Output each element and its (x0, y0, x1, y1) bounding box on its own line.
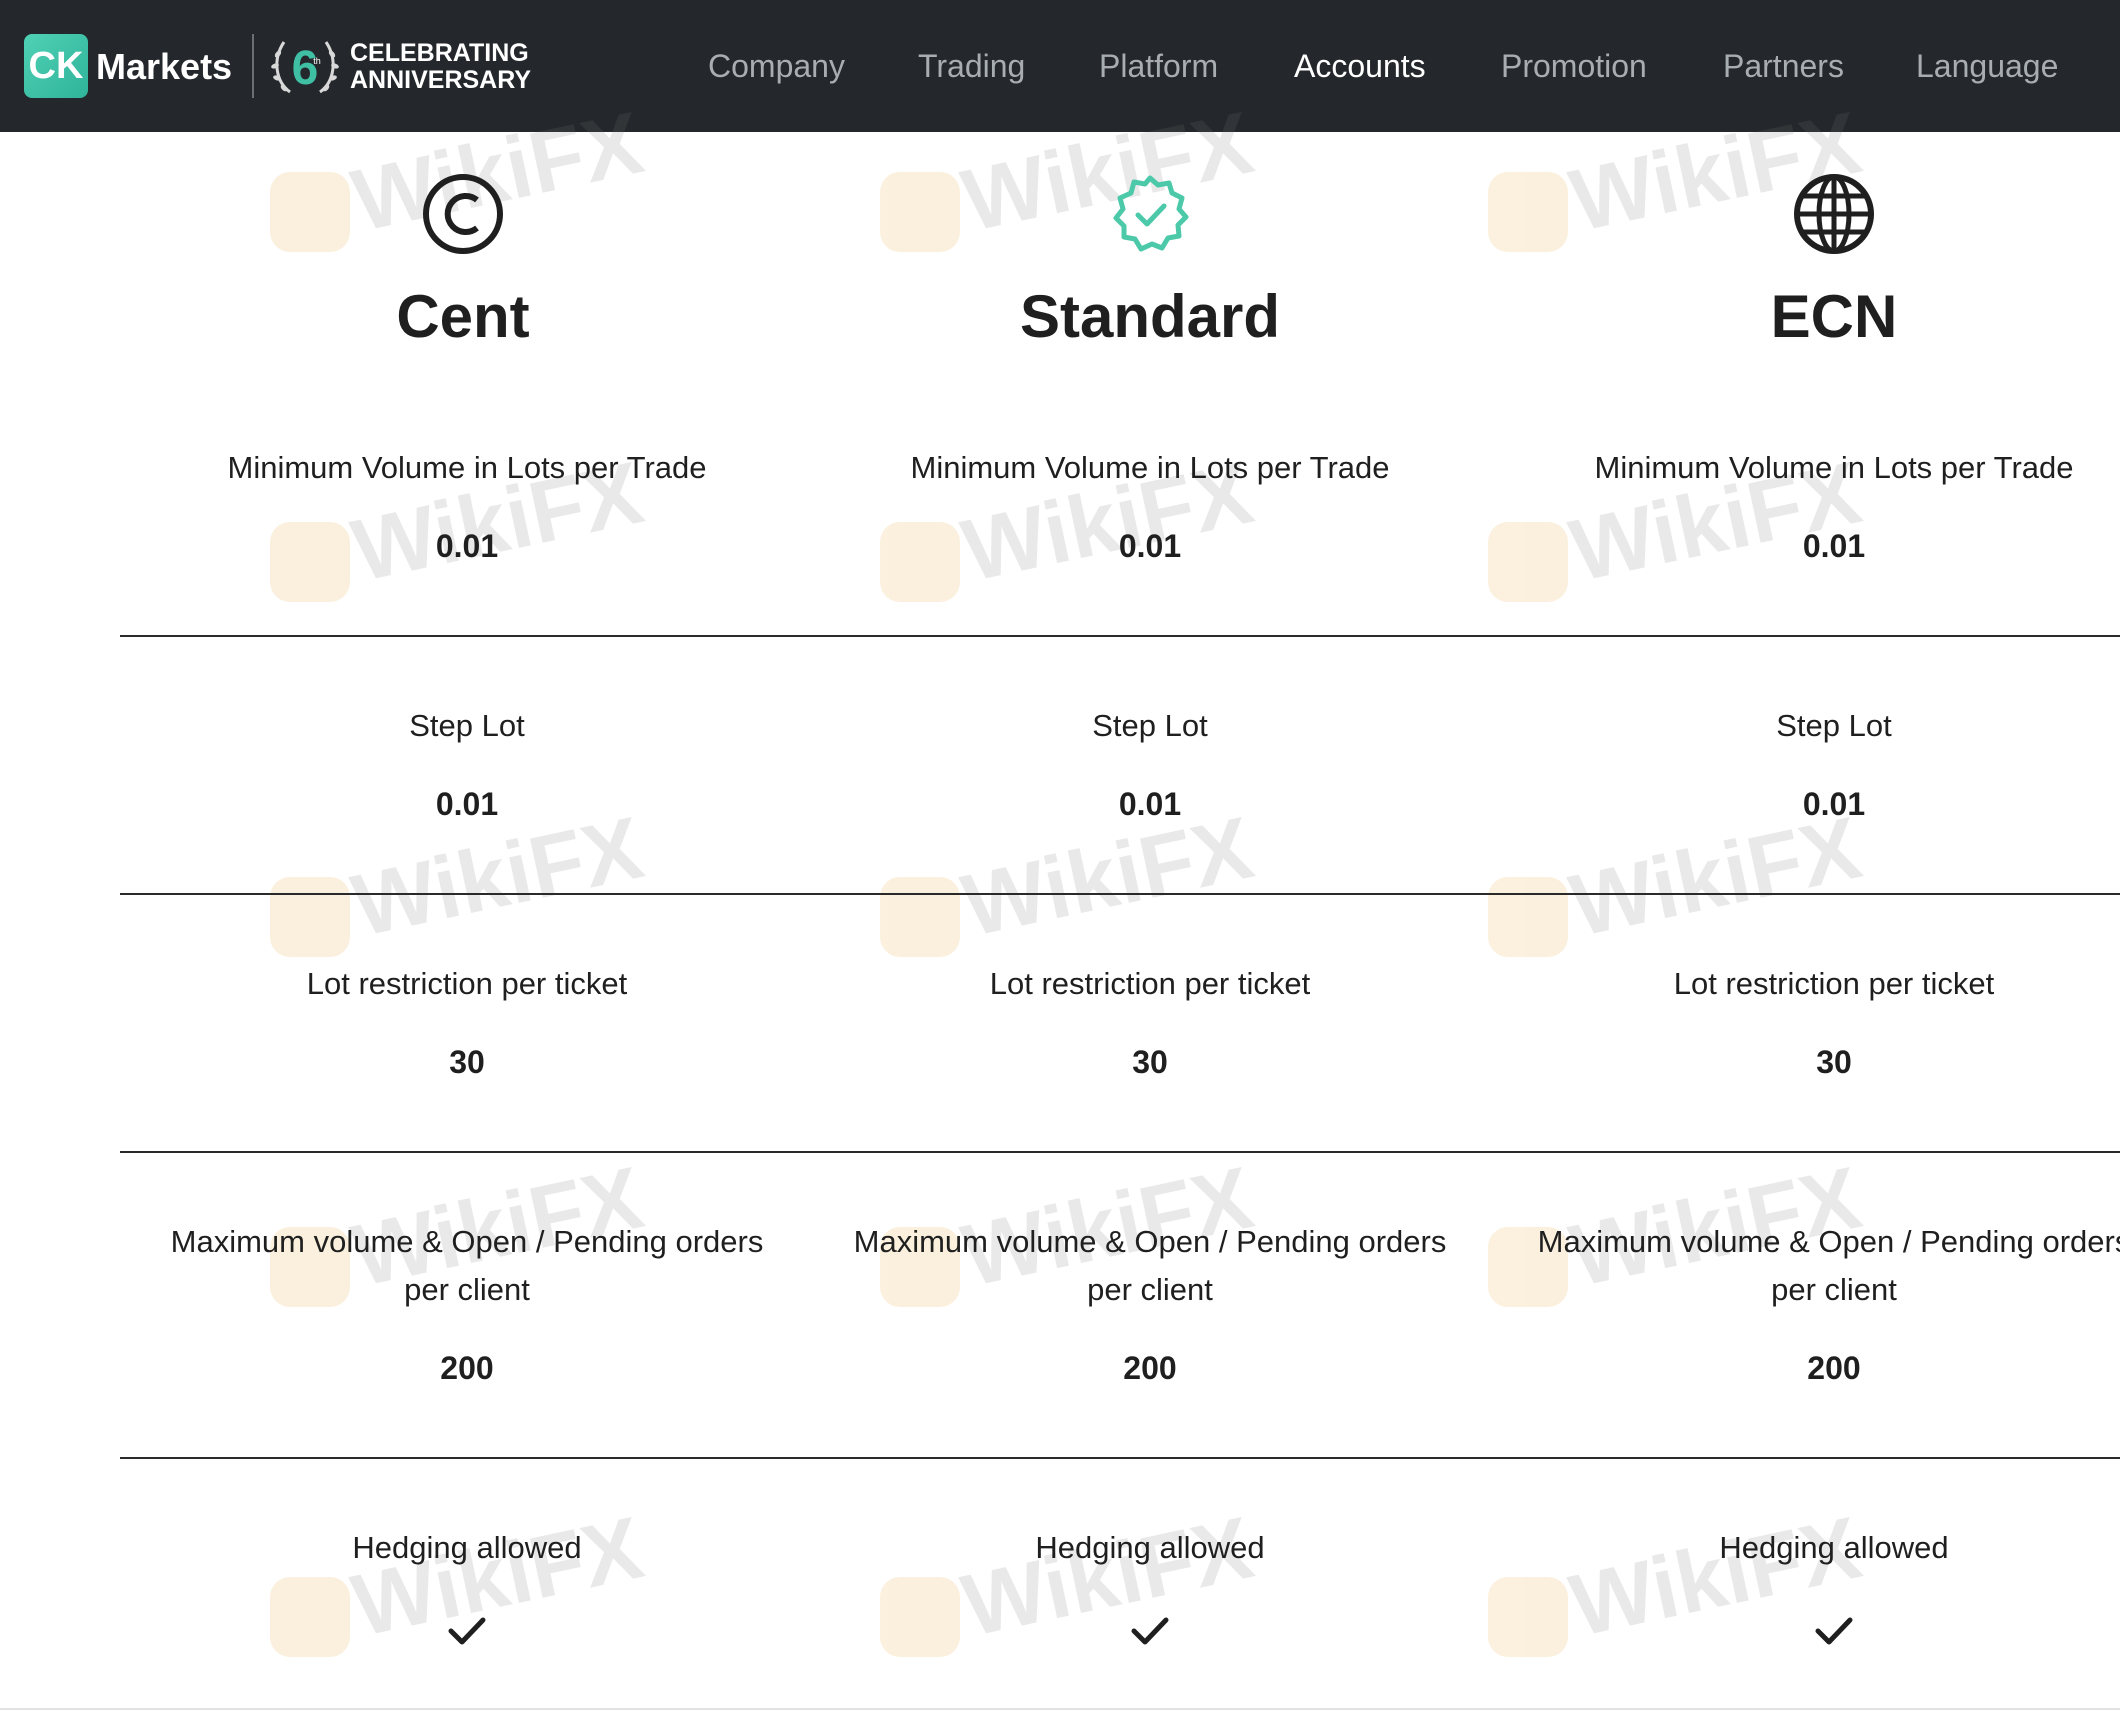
row-value-lot-restriction: 30 (1132, 1044, 1168, 1080)
row-label-hedging: Hedging allowed (1719, 1530, 1949, 1565)
verified-badge-icon (1113, 175, 1189, 252)
row-label-lot-restriction: Lot restriction per ticket (306, 966, 628, 1001)
bottom-border (0, 1708, 2120, 1710)
nav-trading[interactable]: Trading (918, 0, 1025, 132)
row-value-step-lot: 0.01 (1802, 786, 1866, 822)
row-divider (120, 1151, 2120, 1153)
watermark: WikiFX (880, 797, 1261, 965)
account-title-standard: Standard (1019, 283, 1281, 350)
checkmark-icon (448, 1617, 486, 1645)
row-label-max-volume-line-2: per client (1087, 1272, 1213, 1307)
row-label-lot-restriction: Lot restriction per ticket (1673, 966, 1995, 1001)
row-label-lot-restriction: Lot restriction per ticket (989, 966, 1311, 1001)
logo-badge[interactable]: CK (24, 34, 88, 98)
site-header: CK Markets 6 th CELEBRATING ANNIVERSARY … (0, 0, 2120, 132)
row-label-max-volume-line-1: Maximum volume & Open / Pending orders (170, 1224, 764, 1259)
watermark: WikiFX (1488, 92, 1869, 260)
row-value-lot-restriction: 30 (449, 1044, 485, 1080)
anniversary-laurel-icon: 6 th (271, 41, 339, 95)
row-divider (120, 635, 2120, 637)
row-value-lot-restriction: 30 (1816, 1044, 1852, 1080)
account-title-cent: Cent (396, 283, 530, 350)
row-divider (120, 1457, 2120, 1459)
row-label-max-volume: Maximum volume & Open / Pending orders p… (800, 1218, 1500, 1314)
watermark: WikiFX (1488, 797, 1869, 965)
row-label-step-lot: Step Lot (1092, 708, 1208, 743)
checkmark-icon (1131, 1617, 1169, 1645)
row-label-min-volume: Minimum Volume in Lots per Trade (227, 450, 707, 485)
row-label-step-lot: Step Lot (409, 708, 525, 743)
row-label-max-volume-line-1: Maximum volume & Open / Pending orders (853, 1224, 1447, 1259)
anniversary-line-1: CELEBRATING (350, 39, 529, 67)
row-value-min-volume: 0.01 (435, 528, 499, 564)
row-label-min-volume: Minimum Volume in Lots per Trade (1594, 450, 2074, 485)
watermark: WikiFX (270, 797, 651, 965)
nav-language[interactable]: Language (1916, 0, 2058, 132)
row-value-min-volume: 0.01 (1118, 528, 1182, 564)
row-divider (120, 893, 2120, 895)
row-value-step-lot: 0.01 (435, 786, 499, 822)
anniversary-suffix: th (313, 56, 321, 66)
account-title-ecn: ECN (1770, 283, 1898, 350)
row-label-hedging: Hedging allowed (352, 1530, 582, 1565)
row-label-max-volume-line-2: per client (1771, 1272, 1897, 1307)
logo-divider (252, 34, 254, 98)
nav-partners[interactable]: Partners (1723, 0, 1844, 132)
nav-platform[interactable]: Platform (1099, 0, 1218, 132)
logo-wordmark[interactable]: Markets (96, 42, 232, 92)
nav-company[interactable]: Company (708, 0, 845, 132)
row-label-hedging: Hedging allowed (1035, 1530, 1265, 1565)
row-label-max-volume: Maximum volume & Open / Pending orders p… (117, 1218, 817, 1314)
globe-icon (1794, 174, 1874, 254)
row-value-step-lot: 0.01 (1118, 786, 1182, 822)
anniversary-number: 6 (292, 42, 319, 95)
row-value-max-volume: 200 (1807, 1350, 1861, 1386)
row-label-max-volume-line-1: Maximum volume & Open / Pending orders (1537, 1224, 2120, 1259)
nav-promotion[interactable]: Promotion (1501, 0, 1647, 132)
row-label-step-lot: Step Lot (1776, 708, 1892, 743)
row-label-max-volume-line-2: per client (404, 1272, 530, 1307)
nav-accounts[interactable]: Accounts (1294, 0, 1426, 132)
checkmark-icon (1815, 1617, 1853, 1645)
row-label-max-volume: Maximum volume & Open / Pending orders p… (1484, 1218, 2120, 1314)
anniversary-text: CELEBRATING ANNIVERSARY (350, 40, 531, 94)
anniversary-line-2: ANNIVERSARY (350, 66, 532, 94)
row-label-min-volume: Minimum Volume in Lots per Trade (910, 450, 1390, 485)
row-value-max-volume: 200 (1123, 1350, 1177, 1386)
cent-circle-icon (423, 174, 503, 254)
row-value-max-volume: 200 (440, 1350, 494, 1386)
row-value-min-volume: 0.01 (1802, 528, 1866, 564)
